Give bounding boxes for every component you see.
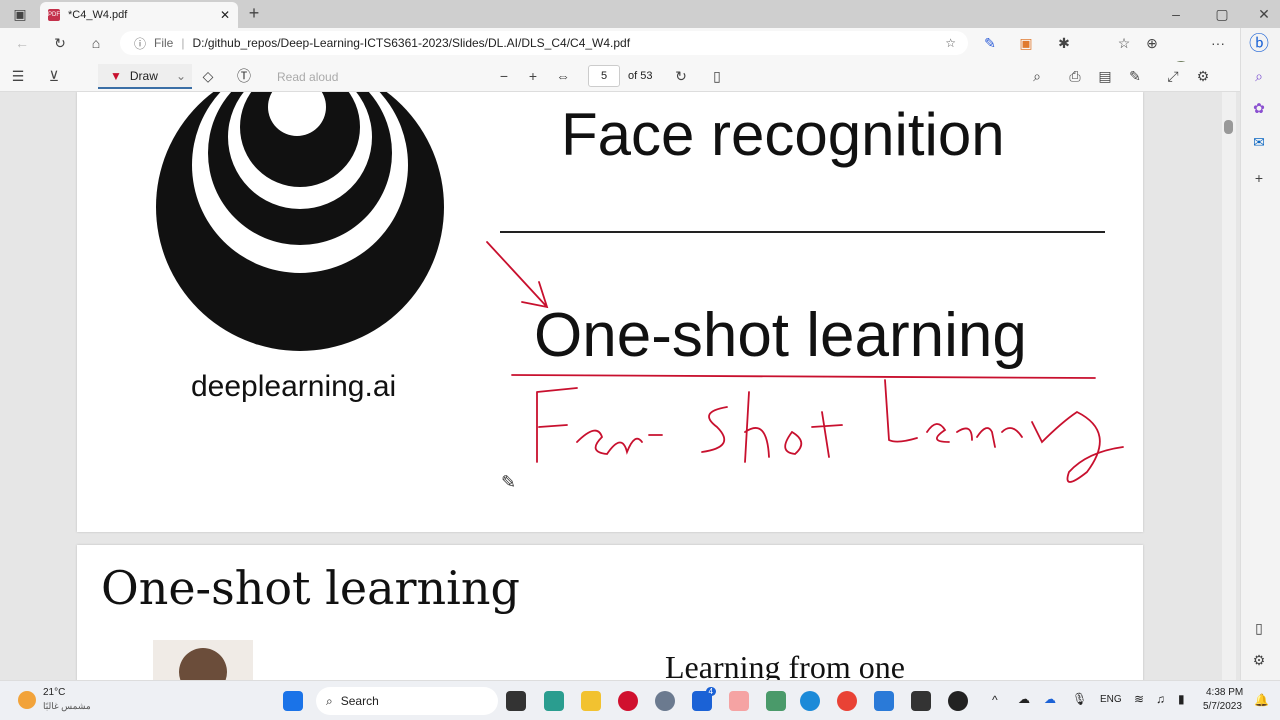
mail-icon[interactable]: 4 [692, 687, 716, 711]
notepad-icon[interactable] [766, 691, 786, 711]
search-icon[interactable]: ⌕ [1027, 66, 1047, 86]
cloud-icon[interactable]: ☁ [1018, 692, 1030, 706]
wifi-icon[interactable]: ≋ [1134, 692, 1144, 706]
pen-cursor-icon: ✎ [501, 472, 517, 492]
url-text: D:/github_repos/Deep-Learning-ICTS6361-2… [192, 36, 631, 50]
outlook-icon[interactable]: ✉ [1249, 132, 1269, 152]
task-view-icon[interactable] [506, 691, 526, 711]
chrome-icon[interactable] [837, 691, 857, 711]
opera-icon[interactable] [618, 691, 638, 711]
tab-title: *C4_W4.pdf [68, 9, 128, 21]
app-icon[interactable] [544, 691, 564, 711]
highlight-icon[interactable]: ⊻ [44, 66, 64, 86]
onedrive-icon[interactable]: ☁ [1044, 692, 1056, 706]
chevron-up-icon[interactable]: ^ [992, 693, 998, 707]
weather-icon[interactable] [18, 691, 36, 709]
add-favorite-icon[interactable]: ☆ [945, 36, 956, 50]
draw-label: Draw [129, 68, 158, 83]
terminal-icon[interactable] [911, 691, 931, 711]
collections-icon[interactable]: ⊕ [1142, 33, 1162, 53]
divider: | [181, 36, 185, 50]
pdf-viewer: deeplearning.ai Face recognition One-sho… [0, 92, 1222, 680]
notifications-icon[interactable]: 🔔 [1254, 693, 1269, 707]
more-menu-icon[interactable]: ··· [1208, 33, 1228, 53]
save-icon[interactable]: ▤ [1095, 66, 1115, 86]
scrollbar-thumb[interactable] [1224, 120, 1233, 134]
back-icon[interactable]: ← [12, 33, 32, 53]
search-icon[interactable]: ⌕ [1249, 66, 1269, 86]
favorites-icon[interactable]: ☆ [1114, 33, 1134, 53]
slide-text: Learning from one [665, 649, 905, 680]
taskbar: 21°C مشمس غالبًا ⌕ Search 4 ^ ☁ ☁ 🎙 ENG … [0, 680, 1280, 720]
fullscreen-icon[interactable]: ⤢ [1163, 66, 1183, 86]
home-icon[interactable]: ⌂ [86, 33, 106, 53]
edge-icon[interactable] [800, 691, 820, 711]
office-icon[interactable]: ✿ [1249, 98, 1269, 118]
rotate-icon[interactable]: ↻ [671, 66, 691, 86]
tab-actions-icon[interactable]: ▣ [10, 4, 30, 24]
weather-text: مشمس غالبًا [43, 701, 91, 711]
face-photo [153, 640, 253, 680]
edge-sidebar: ⓑ ⌕ ✿ ✉ + ▯ ⚙ [1240, 28, 1280, 680]
read-aloud-button[interactable]: Read aloud [277, 70, 338, 84]
pdf-page-6: One-shot learning Learning from one [77, 545, 1143, 680]
settings-icon[interactable]: ⚙ [1193, 66, 1213, 86]
obs-icon[interactable] [948, 691, 968, 711]
minimize-button[interactable]: – [1166, 4, 1186, 24]
battery-icon[interactable]: ▮ [1178, 692, 1185, 706]
start-icon[interactable] [283, 691, 303, 711]
page-count: of 53 [628, 70, 653, 82]
bing-chat-icon[interactable]: ⓑ [1249, 34, 1269, 54]
temperature: 21°C [43, 687, 66, 698]
zoom-in-button[interactable]: + [523, 66, 543, 86]
refresh-icon[interactable]: ↻ [50, 33, 70, 53]
vscode-icon[interactable] [874, 691, 894, 711]
microphone-icon[interactable]: 🎙 [1072, 692, 1087, 706]
fit-width-icon[interactable]: ⇔ [553, 66, 573, 86]
new-tab-button[interactable]: + [244, 3, 264, 23]
print-icon[interactable]: ⎙ [1065, 66, 1085, 86]
extensions-icon[interactable]: ✱ [1054, 33, 1074, 53]
chevron-down-icon[interactable]: ⌄ [176, 69, 186, 83]
url-field[interactable]: ⓘ File | D:/github_repos/Deep-Learning-I… [120, 31, 968, 55]
extension-icon[interactable]: ▣ [1016, 33, 1036, 53]
page-number-input[interactable]: 5 [588, 65, 620, 87]
contents-icon[interactable]: ☰ [8, 66, 28, 86]
maximize-button[interactable]: ▢ [1212, 4, 1232, 24]
tab-bar: ▣ PDF *C4_W4.pdf ✕ + – ▢ ✕ [0, 0, 1280, 28]
pen-icon: ▼ [110, 68, 122, 83]
sidebar-toggle-icon[interactable]: ▯ [1249, 618, 1269, 638]
add-icon[interactable]: + [1249, 168, 1269, 188]
url-scheme: File [154, 36, 174, 50]
draw-button[interactable]: ▼ Draw ⌄ [98, 64, 192, 89]
pdf-page-5: deeplearning.ai Face recognition One-sho… [77, 92, 1143, 532]
taskbar-search[interactable]: ⌕ Search [316, 687, 498, 715]
scrollbar[interactable] [1222, 92, 1236, 680]
page-view-icon[interactable]: ▯ [707, 66, 727, 86]
eraser-icon[interactable]: ◇ [198, 66, 218, 86]
ink-annotations [486, 241, 1124, 483]
settings-icon[interactable]: ⚙ [1249, 650, 1269, 670]
info-icon: ⓘ [134, 36, 147, 51]
clock-time[interactable]: 4:38 PM [1206, 687, 1243, 698]
file-explorer-icon[interactable] [581, 691, 601, 711]
close-window-button[interactable]: ✕ [1254, 4, 1274, 24]
clock-date[interactable]: 5/7/2023 [1203, 701, 1242, 712]
language-indicator[interactable]: ENG [1100, 694, 1122, 705]
search-icon: ⌕ [326, 693, 333, 708]
search-label: Search [340, 694, 379, 708]
mail-badge: 4 [705, 687, 716, 696]
snipping-icon[interactable] [729, 691, 749, 711]
pdf-icon: PDF [48, 9, 60, 21]
close-tab-icon[interactable]: ✕ [220, 8, 230, 22]
volume-icon[interactable]: ♫ [1156, 692, 1165, 706]
slide-title: One-shot learning [101, 561, 520, 615]
settings-app-icon[interactable] [655, 691, 675, 711]
save-as-icon[interactable]: ✎ [1125, 66, 1145, 86]
extension-icon[interactable]: ✎ [980, 33, 1000, 53]
tab-pdf[interactable]: PDF *C4_W4.pdf ✕ [40, 2, 238, 28]
zoom-out-button[interactable]: − [494, 66, 514, 86]
text-icon[interactable]: Ⓣ [234, 66, 254, 86]
